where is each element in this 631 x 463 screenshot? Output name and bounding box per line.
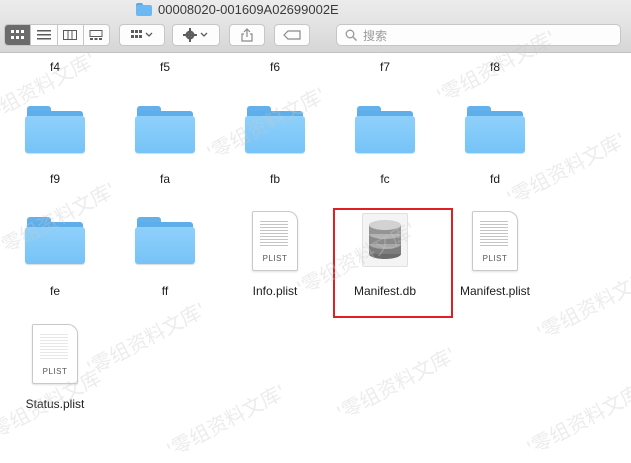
item-label: Status.plist <box>25 397 85 411</box>
folder-item-fa[interactable]: fa <box>120 106 210 186</box>
item-label: f6 <box>269 60 280 74</box>
list-icon <box>36 30 51 40</box>
file-item-info-plist[interactable]: PLIST Info.plist <box>230 211 320 298</box>
file-item-manifest-plist[interactable]: PLIST Manifest.plist <box>450 211 540 298</box>
gallery-icon <box>89 30 103 40</box>
plist-file-icon: PLIST <box>32 324 78 384</box>
item-label: fb <box>269 172 280 186</box>
selection-highlight <box>333 208 453 318</box>
item-label: f5 <box>159 60 170 74</box>
window-title-text: 00008020-001609A02699002E <box>158 2 339 17</box>
folder-item-f7[interactable]: f7 <box>340 60 430 74</box>
folder-icon <box>136 3 152 16</box>
watermark: '零组资料文库' <box>82 297 210 381</box>
folder-item-f6[interactable]: f6 <box>230 60 320 74</box>
file-type-tag: PLIST <box>262 254 288 263</box>
folder-icon <box>25 217 85 265</box>
file-type-tag: PLIST <box>42 367 68 376</box>
plist-file-icon: PLIST <box>472 211 518 271</box>
file-browser: f4 f5 f6 f7 f8 f9 fa fb fc fd fe ff PLIS… <box>0 25 631 462</box>
item-label: f4 <box>49 60 60 74</box>
watermark: '零组资料文库' <box>532 262 631 346</box>
view-mode-switcher <box>4 24 110 46</box>
folder-icon <box>135 106 195 154</box>
item-label: f7 <box>379 60 390 74</box>
file-item-status-plist[interactable]: PLIST Status.plist <box>10 324 100 411</box>
toolbar: 搜索 <box>0 22 631 53</box>
action-button[interactable] <box>172 24 220 46</box>
search-placeholder: 搜索 <box>363 28 388 43</box>
folder-icon <box>465 106 525 154</box>
file-type-tag: PLIST <box>482 254 508 263</box>
icon-view-button[interactable] <box>5 25 32 45</box>
share-icon <box>241 28 253 42</box>
item-label: Info.plist <box>252 284 298 298</box>
item-label: ff <box>161 284 169 298</box>
share-button[interactable] <box>229 24 265 46</box>
columns-icon <box>63 30 78 40</box>
folder-icon <box>25 106 85 154</box>
folder-item-f4[interactable]: f4 <box>10 60 100 74</box>
watermark: '零组资料文库' <box>332 342 460 426</box>
folder-item-f5[interactable]: f5 <box>120 60 210 74</box>
group-grid-icon <box>131 30 153 38</box>
folder-item-fc[interactable]: fc <box>340 106 430 186</box>
folder-item-f8[interactable]: f8 <box>450 60 540 74</box>
gallery-view-button[interactable] <box>84 25 109 45</box>
item-label: fc <box>380 172 390 186</box>
item-label: fd <box>489 172 500 186</box>
window-titlebar: 00008020-001609A02699002E <box>0 0 631 22</box>
item-label: fa <box>159 172 170 186</box>
gear-icon <box>183 28 208 42</box>
item-label: f9 <box>49 172 60 186</box>
folder-icon <box>245 106 305 154</box>
folder-item-fd[interactable]: fd <box>450 106 540 186</box>
item-label: f8 <box>489 60 500 74</box>
watermark: '零组资料文库' <box>162 379 290 463</box>
folder-icon <box>355 106 415 154</box>
tags-button[interactable] <box>274 24 310 46</box>
column-view-button[interactable] <box>58 25 84 45</box>
group-by-button[interactable] <box>119 24 165 46</box>
item-label: fe <box>49 284 60 298</box>
folder-item-ff[interactable]: ff <box>120 217 210 298</box>
plist-file-icon: PLIST <box>252 211 298 271</box>
tag-icon <box>283 30 301 40</box>
list-view-button[interactable] <box>31 25 58 45</box>
search-field[interactable]: 搜索 <box>336 24 621 46</box>
folder-item-fb[interactable]: fb <box>230 106 320 186</box>
folder-item-fe[interactable]: fe <box>10 217 100 298</box>
folder-item-f9[interactable]: f9 <box>10 106 100 186</box>
folder-icon <box>135 217 195 265</box>
grid-icon <box>10 30 24 39</box>
search-icon <box>345 29 357 41</box>
window-title: 00008020-001609A02699002E <box>136 2 339 17</box>
watermark: '零组资料文库' <box>522 377 631 461</box>
item-label: Manifest.plist <box>459 284 531 298</box>
